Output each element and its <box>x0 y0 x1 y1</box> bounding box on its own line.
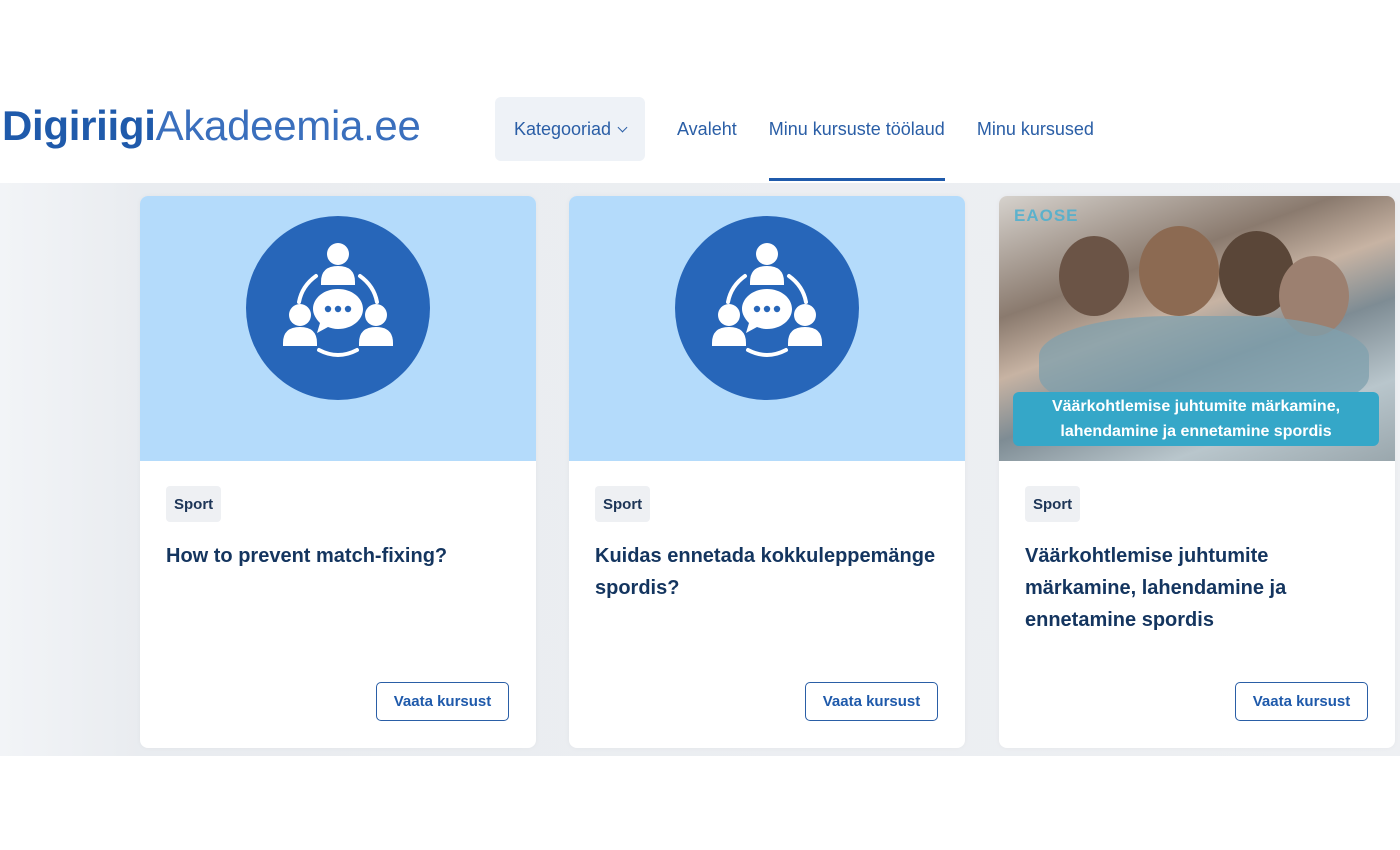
logo-light-part: Akadeemia.ee <box>155 102 421 149</box>
category-badge: Sport <box>1025 486 1081 522</box>
banner-line: lahendamine ja ennetamine spordis <box>1060 423 1332 440</box>
course-title[interactable]: How to prevent match-fixing? <box>166 540 516 572</box>
course-card[interactable]: Sport Kuidas ennetada kokkuleppemänge sp… <box>569 196 965 748</box>
course-image <box>569 196 965 461</box>
group-discussion-icon <box>246 216 430 400</box>
categories-label: Kategooriad <box>513 118 612 139</box>
team-huddle-photo: EAOSE Väärkohtlemise juhtumite märkamine… <box>999 196 1395 461</box>
photo-banner: Väärkohtlemise juhtumite märkamine, lahe… <box>1013 392 1379 446</box>
site-logo[interactable]: DigiriigiAkadeemia.ee <box>2 102 421 150</box>
category-badge: Sport <box>166 486 222 522</box>
photo-figure <box>1059 236 1129 316</box>
logo-bold-part: Digiriigi <box>2 102 156 149</box>
course-card[interactable]: EAOSE Väärkohtlemise juhtumite märkamine… <box>999 196 1395 748</box>
course-title[interactable]: Väärkohtlemise juhtumite märkamine, lahe… <box>1025 540 1375 636</box>
chevron-down-icon <box>617 122 628 132</box>
main-nav: Kategooriad Avaleht Minu kursuste töölau… <box>495 97 1094 183</box>
course-card[interactable]: Sport How to prevent match-fixing? Vaata… <box>140 196 536 748</box>
photo-figure <box>1139 226 1219 316</box>
categories-dropdown[interactable]: Kategooriad <box>495 97 645 161</box>
site-header: DigiriigiAkadeemia.ee Kategooriad Avaleh… <box>0 75 1400 183</box>
course-title[interactable]: Kuidas ennetada kokkuleppemänge spordis? <box>595 540 945 604</box>
view-course-button[interactable]: Vaata kursust <box>1235 682 1368 721</box>
course-image <box>140 196 536 461</box>
nav-link-home[interactable]: Avaleht <box>677 97 737 161</box>
group-discussion-icon <box>675 216 859 400</box>
banner-line: Väärkohtlemise juhtumite märkamine, <box>1051 398 1341 415</box>
view-course-button[interactable]: Vaata kursust <box>376 682 509 721</box>
view-course-button[interactable]: Vaata kursust <box>805 682 938 721</box>
category-badge: Sport <box>595 486 651 522</box>
photo-logo: EAOSE <box>1014 206 1079 225</box>
nav-link-my-courses[interactable]: Minu kursused <box>977 97 1094 161</box>
course-list: Sport How to prevent match-fixing? Vaata… <box>0 183 1400 756</box>
nav-link-dashboard[interactable]: Minu kursuste töölaud <box>768 97 945 181</box>
